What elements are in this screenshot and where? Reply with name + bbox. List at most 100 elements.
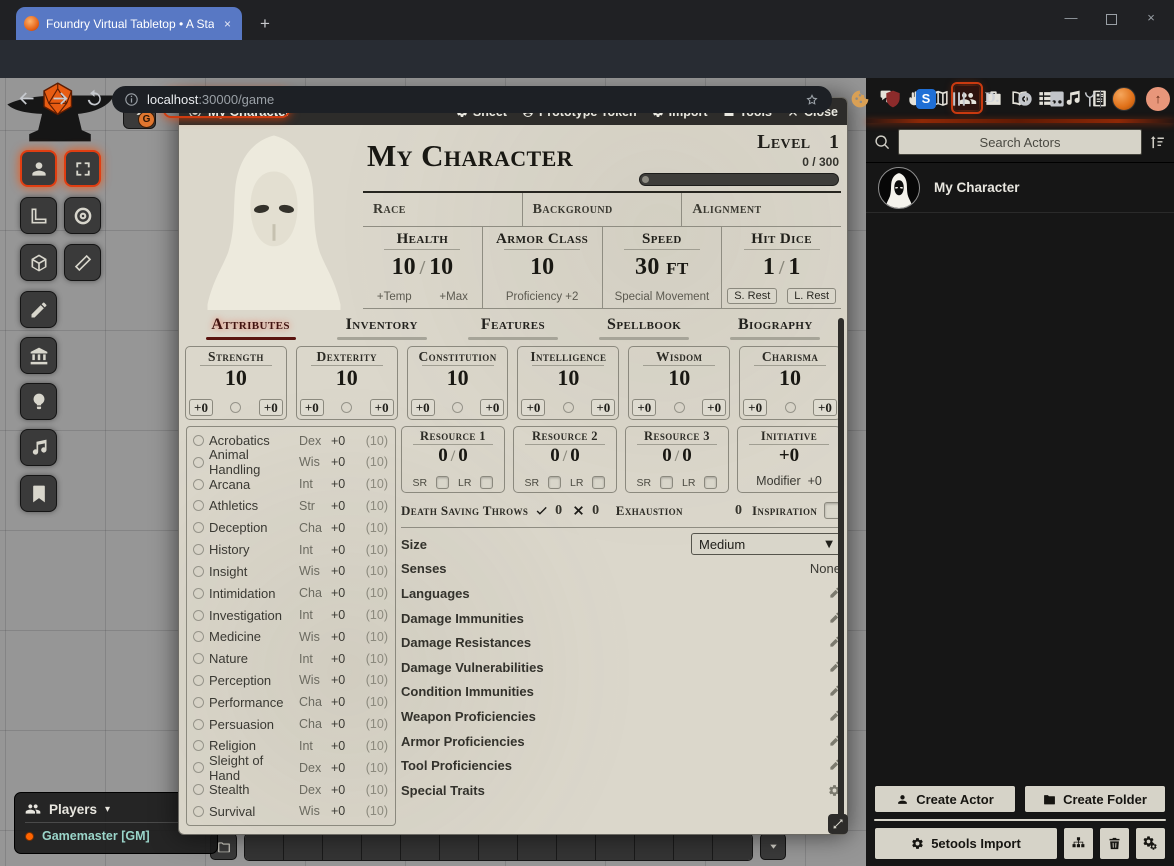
- macro-slot[interactable]: [518, 834, 557, 860]
- ability-box-intelligence[interactable]: Intelligence 10 +0 +0: [517, 346, 619, 420]
- ability-mod-button[interactable]: +0: [259, 399, 283, 416]
- speed-value[interactable]: 30 ft: [635, 254, 689, 280]
- hd-current[interactable]: 1: [763, 254, 775, 280]
- tool-dice-tool[interactable]: [20, 244, 57, 281]
- tab-features[interactable]: Features: [468, 314, 558, 340]
- skill-name[interactable]: Perception: [209, 673, 294, 688]
- resource-current[interactable]: 0: [662, 445, 672, 466]
- delete-button[interactable]: [1099, 827, 1130, 860]
- tool-drawing-tools[interactable]: [20, 291, 57, 328]
- health-stat[interactable]: Health 10/10 +Temp+Max: [363, 227, 482, 308]
- resource-box[interactable]: Resource 3 0/0 SR LR: [625, 426, 729, 493]
- resource-max[interactable]: 0: [682, 445, 692, 466]
- skill-proficiency-radio[interactable]: [193, 457, 204, 468]
- browser-update-button[interactable]: ↑: [1146, 87, 1170, 111]
- identity-field-race[interactable]: Race: [363, 193, 522, 226]
- sheet-scrollbar[interactable]: [838, 318, 844, 828]
- skill-proficiency-radio[interactable]: [193, 697, 204, 708]
- character-portrait[interactable]: [189, 130, 359, 310]
- skill-proficiency-radio[interactable]: [193, 806, 204, 817]
- initiative-modifier[interactable]: +0: [808, 474, 822, 488]
- death-fail-count[interactable]: 0: [585, 503, 609, 519]
- ability-box-wisdom[interactable]: Wisdom 10 +0 +0: [628, 346, 730, 420]
- search-input[interactable]: [898, 129, 1142, 155]
- xp-display[interactable]: 0 / 300: [802, 155, 839, 169]
- skill-row[interactable]: Perception Wis +0 (10): [193, 670, 388, 691]
- skill-name[interactable]: Investigation: [209, 608, 294, 623]
- settings-gears-button[interactable]: [1135, 827, 1166, 860]
- level-value[interactable]: 1: [829, 131, 839, 153]
- skill-proficiency-radio[interactable]: [193, 675, 204, 686]
- skill-row[interactable]: Medicine Wis +0 (10): [193, 626, 388, 647]
- identity-field-background[interactable]: Background: [522, 193, 682, 226]
- speed-stat[interactable]: Speed 30 ft Special Movement: [602, 227, 722, 308]
- ability-box-dexterity[interactable]: Dexterity 10 +0 +0: [296, 346, 398, 420]
- resource-label[interactable]: Resource 2: [514, 429, 616, 444]
- skill-name[interactable]: Insight: [209, 564, 294, 579]
- session-extension[interactable]: S: [916, 89, 936, 109]
- ublock-extension[interactable]: [883, 89, 903, 109]
- resource-label[interactable]: Resource 3: [626, 429, 728, 444]
- tab-inventory[interactable]: Inventory: [337, 314, 427, 340]
- identity-field-alignment[interactable]: Alignment: [681, 193, 841, 226]
- skill-name[interactable]: Stealth: [209, 782, 294, 797]
- sort-icon[interactable]: [1149, 134, 1166, 151]
- skill-proficiency-radio[interactable]: [193, 610, 204, 621]
- ac-value[interactable]: 10: [530, 254, 554, 280]
- window-close-button[interactable]: ×: [1138, 10, 1164, 25]
- grid-extension[interactable]: [949, 89, 969, 109]
- skill-proficiency-radio[interactable]: [193, 500, 204, 511]
- resource-box[interactable]: Resource 2 0/0 SR LR: [513, 426, 617, 493]
- macro-slot[interactable]: [635, 834, 674, 860]
- skill-proficiency-radio[interactable]: [193, 566, 204, 577]
- reload-icon[interactable]: [84, 88, 105, 109]
- skill-proficiency-radio[interactable]: [193, 631, 204, 642]
- resource-current[interactable]: 0: [550, 445, 560, 466]
- skill-proficiency-radio[interactable]: [193, 653, 204, 664]
- skill-name[interactable]: Performance: [209, 695, 294, 710]
- skill-proficiency-radio[interactable]: [193, 544, 204, 555]
- site-info-icon[interactable]: [124, 92, 139, 107]
- robot-extension[interactable]: [1047, 89, 1067, 109]
- ability-mod-button[interactable]: +0: [813, 399, 837, 416]
- death-fail-icon[interactable]: [572, 504, 585, 517]
- skill-row[interactable]: Intimidation Cha +0 (10): [193, 583, 388, 604]
- skill-name[interactable]: Acrobatics: [209, 433, 294, 448]
- skill-name[interactable]: Intimidation: [209, 586, 294, 601]
- macro-slot[interactable]: [401, 834, 440, 860]
- ability-proficiency-radio[interactable]: [230, 402, 241, 413]
- ability-proficiency-radio[interactable]: [674, 402, 685, 413]
- tab-close-icon[interactable]: ×: [221, 17, 234, 31]
- skill-name[interactable]: History: [209, 542, 294, 557]
- ability-save-button[interactable]: +0: [743, 399, 767, 416]
- skill-row[interactable]: Arcana Int +0 (10): [193, 474, 388, 495]
- macro-slot[interactable]: [362, 834, 401, 860]
- exhaustion-value[interactable]: 0: [683, 503, 752, 519]
- ability-score[interactable]: 10: [336, 365, 358, 390]
- tool-wall-controls[interactable]: [20, 337, 57, 374]
- tool-select-targets[interactable]: [64, 150, 101, 187]
- resource-box[interactable]: Resource 1 0/0 SR LR: [401, 426, 505, 493]
- skill-row[interactable]: Sleight of Hand Dex +0 (10): [193, 757, 388, 778]
- tool-measure-controls[interactable]: [20, 197, 57, 234]
- tool-sound-controls[interactable]: [20, 429, 57, 466]
- special-movement-label[interactable]: Special Movement: [615, 291, 710, 303]
- initiative-value[interactable]: +0: [779, 445, 799, 466]
- ability-mod-button[interactable]: +0: [480, 399, 504, 416]
- browser-tab[interactable]: Foundry Virtual Tabletop • A Stan ×: [16, 7, 242, 40]
- death-success-icon[interactable]: [535, 504, 548, 517]
- character-name[interactable]: My Character: [367, 139, 573, 173]
- tab-biography[interactable]: Biography: [730, 314, 820, 340]
- armor-class-stat[interactable]: Armor Class 10 Proficiency +2: [482, 227, 602, 308]
- skill-proficiency-radio[interactable]: [193, 479, 204, 490]
- ability-save-button[interactable]: +0: [632, 399, 656, 416]
- skill-row[interactable]: Nature Int +0 (10): [193, 648, 388, 669]
- ability-proficiency-radio[interactable]: [341, 402, 352, 413]
- cookie-extension[interactable]: [850, 89, 870, 109]
- skill-proficiency-radio[interactable]: [193, 719, 204, 730]
- url-bar[interactable]: localhost:30000/game: [112, 86, 832, 113]
- death-success-count[interactable]: 0: [548, 503, 572, 519]
- new-tab-button[interactable]: +: [252, 11, 278, 37]
- ability-box-constitution[interactable]: Constitution 10 +0 +0: [407, 346, 509, 420]
- create-folder-button[interactable]: Create Folder: [1024, 785, 1166, 813]
